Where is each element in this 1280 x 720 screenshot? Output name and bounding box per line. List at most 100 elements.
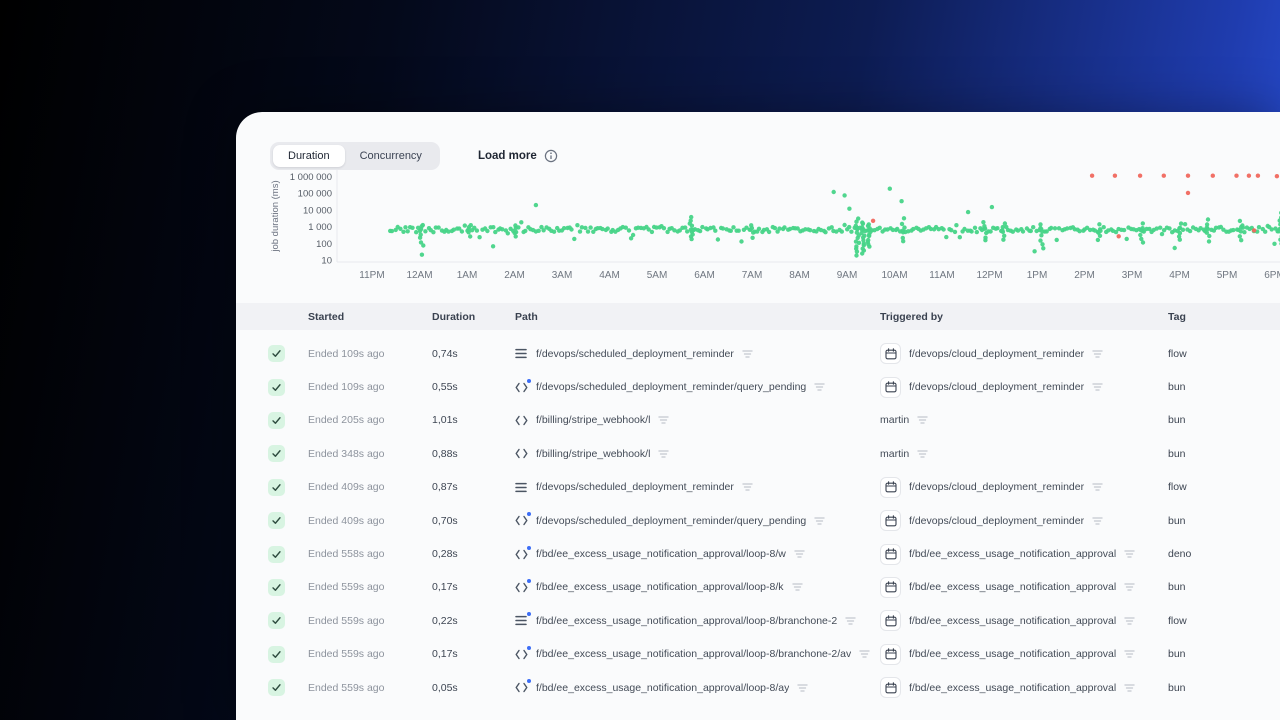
svg-text:11PM: 11PM bbox=[359, 270, 384, 281]
filter-icon[interactable] bbox=[1092, 382, 1103, 392]
table-row[interactable]: Ended 109s ago 0,74s f/devops/scheduled_… bbox=[236, 337, 1280, 370]
svg-text:10 000: 10 000 bbox=[303, 205, 332, 216]
run-path[interactable]: f/bd/ee_excess_usage_notification_approv… bbox=[536, 682, 789, 694]
filter-icon[interactable] bbox=[1092, 516, 1103, 526]
table-row[interactable]: Ended 559s ago 0,05s f/bd/ee_excess_usag… bbox=[236, 671, 1280, 704]
flow-icon bbox=[515, 482, 527, 492]
runs-panel: Duration Concurrency Load more 1 000 000… bbox=[236, 112, 1280, 720]
run-tag[interactable]: bun bbox=[1168, 515, 1280, 527]
tab-concurrency[interactable]: Concurrency bbox=[345, 145, 437, 167]
run-tag[interactable]: bun bbox=[1168, 414, 1280, 426]
table-row[interactable]: Ended 559s ago 0,17s f/bd/ee_excess_usag… bbox=[236, 638, 1280, 671]
run-tag[interactable]: flow bbox=[1168, 615, 1280, 627]
run-trigger[interactable]: f/devops/cloud_deployment_reminder bbox=[909, 481, 1084, 493]
filter-icon[interactable] bbox=[814, 382, 825, 392]
run-duration: 0,87s bbox=[432, 481, 458, 494]
run-tag[interactable]: bun bbox=[1168, 381, 1280, 393]
filter-icon[interactable] bbox=[845, 616, 856, 626]
col-triggered-by[interactable]: Triggered by bbox=[880, 311, 1168, 323]
col-duration[interactable]: Duration bbox=[432, 311, 515, 323]
load-more-label: Load more bbox=[477, 150, 537, 162]
filter-icon[interactable] bbox=[1124, 549, 1135, 559]
runs-table: Started Duration Path Triggered by Tag E… bbox=[236, 303, 1280, 704]
code-icon bbox=[515, 415, 528, 426]
col-tag[interactable]: Tag bbox=[1168, 311, 1280, 323]
path-type-icon bbox=[515, 378, 531, 393]
run-started: Ended 559s ago bbox=[308, 614, 385, 627]
run-started: Ended 109s ago bbox=[308, 381, 385, 394]
run-trigger[interactable]: f/bd/ee_excess_usage_notification_approv… bbox=[909, 648, 1116, 660]
filter-icon[interactable] bbox=[742, 349, 753, 359]
filter-icon[interactable] bbox=[917, 449, 928, 459]
run-trigger[interactable]: f/devops/cloud_deployment_reminder bbox=[909, 515, 1084, 527]
success-check-icon bbox=[268, 411, 285, 429]
filter-icon[interactable] bbox=[1124, 649, 1135, 659]
filter-icon[interactable] bbox=[658, 415, 670, 425]
filter-icon[interactable] bbox=[1124, 582, 1135, 592]
run-path[interactable]: f/bd/ee_excess_usage_notification_approv… bbox=[536, 615, 837, 627]
run-path[interactable]: f/devops/scheduled_deployment_reminder/q… bbox=[536, 381, 806, 393]
table-row[interactable]: Ended 559s ago 0,17s f/bd/ee_excess_usag… bbox=[236, 571, 1280, 604]
code-icon bbox=[515, 382, 528, 392]
filter-icon[interactable] bbox=[791, 582, 803, 592]
schedule-calendar-icon bbox=[880, 610, 901, 632]
run-tag[interactable]: bun bbox=[1168, 648, 1280, 660]
filter-icon[interactable] bbox=[1124, 683, 1135, 693]
run-tag[interactable]: deno bbox=[1168, 548, 1280, 560]
run-tag[interactable]: flow bbox=[1168, 348, 1280, 360]
table-row[interactable]: Ended 109s ago 0,55s f/devops/scheduled_… bbox=[236, 370, 1280, 403]
schedule-calendar-icon bbox=[880, 510, 901, 532]
duration-scatter-chart[interactable]: 1 000 000 100 000 10 000 1 000 100 10 job dura… bbox=[236, 112, 1280, 292]
path-type-icon bbox=[515, 448, 528, 459]
run-tag[interactable]: bun bbox=[1168, 581, 1280, 593]
run-path[interactable]: f/billing/stripe_webhook/l bbox=[536, 414, 650, 426]
run-trigger[interactable]: f/devops/cloud_deployment_reminder bbox=[909, 381, 1084, 393]
filter-icon[interactable] bbox=[742, 482, 753, 492]
svg-text:3PM: 3PM bbox=[1122, 270, 1143, 281]
filter-icon[interactable] bbox=[794, 549, 805, 559]
run-trigger[interactable]: f/bd/ee_excess_usage_notification_approv… bbox=[909, 548, 1116, 560]
table-row[interactable]: Ended 409s ago 0,87s f/devops/scheduled_… bbox=[236, 471, 1280, 504]
draft-dot-icon bbox=[527, 512, 531, 517]
run-trigger[interactable]: f/devops/cloud_deployment_reminder bbox=[909, 348, 1084, 360]
filter-icon[interactable] bbox=[1092, 482, 1103, 492]
run-path[interactable]: f/bd/ee_excess_usage_notification_approv… bbox=[536, 581, 784, 593]
run-path[interactable]: f/devops/scheduled_deployment_reminder/q… bbox=[536, 515, 806, 527]
filter-icon[interactable] bbox=[814, 516, 825, 526]
run-trigger[interactable]: martin bbox=[880, 448, 909, 460]
run-path[interactable]: f/bd/ee_excess_usage_notification_approv… bbox=[536, 648, 851, 660]
svg-text:5PM: 5PM bbox=[1217, 270, 1238, 281]
info-icon[interactable] bbox=[544, 149, 558, 163]
table-row[interactable]: Ended 205s ago 1,01s f/billing/stripe_we… bbox=[236, 404, 1280, 437]
run-tag[interactable]: flow bbox=[1168, 481, 1280, 493]
load-more-button[interactable]: Load more bbox=[478, 149, 558, 163]
run-trigger[interactable]: f/bd/ee_excess_usage_notification_approv… bbox=[909, 682, 1116, 694]
run-duration: 0,70s bbox=[432, 514, 458, 527]
run-path[interactable]: f/billing/stripe_webhook/l bbox=[536, 448, 650, 460]
run-tag[interactable]: bun bbox=[1168, 682, 1280, 694]
filter-icon[interactable] bbox=[917, 415, 928, 425]
run-trigger[interactable]: f/bd/ee_excess_usage_notification_approv… bbox=[909, 581, 1116, 593]
run-path[interactable]: f/devops/scheduled_deployment_reminder bbox=[536, 348, 734, 360]
draft-dot-icon bbox=[527, 679, 531, 684]
run-tag[interactable]: bun bbox=[1168, 448, 1280, 460]
col-started[interactable]: Started bbox=[308, 311, 432, 323]
path-type-icon bbox=[515, 348, 528, 359]
filter-icon[interactable] bbox=[658, 449, 670, 459]
table-row[interactable]: Ended 409s ago 0,70s f/devops/scheduled_… bbox=[236, 504, 1280, 537]
filter-icon[interactable] bbox=[859, 649, 870, 659]
table-row[interactable]: Ended 558s ago 0,28s f/bd/ee_excess_usag… bbox=[236, 537, 1280, 570]
svg-text:9AM: 9AM bbox=[837, 270, 858, 281]
col-path[interactable]: Path bbox=[515, 311, 880, 323]
run-trigger[interactable]: f/bd/ee_excess_usage_notification_approv… bbox=[909, 615, 1116, 627]
tab-duration[interactable]: Duration bbox=[273, 145, 345, 167]
run-path[interactable]: f/devops/scheduled_deployment_reminder bbox=[536, 481, 734, 493]
filter-icon[interactable] bbox=[1124, 616, 1135, 626]
table-row[interactable]: Ended 348s ago 0,88s f/billing/stripe_we… bbox=[236, 437, 1280, 470]
run-path[interactable]: f/bd/ee_excess_usage_notification_approv… bbox=[536, 548, 786, 560]
filter-icon[interactable] bbox=[797, 683, 808, 693]
svg-text:4AM: 4AM bbox=[599, 270, 620, 281]
run-trigger[interactable]: martin bbox=[880, 414, 909, 426]
filter-icon[interactable] bbox=[1092, 349, 1103, 359]
table-row[interactable]: Ended 559s ago 0,22s f/bd/ee_excess_usag… bbox=[236, 604, 1280, 637]
